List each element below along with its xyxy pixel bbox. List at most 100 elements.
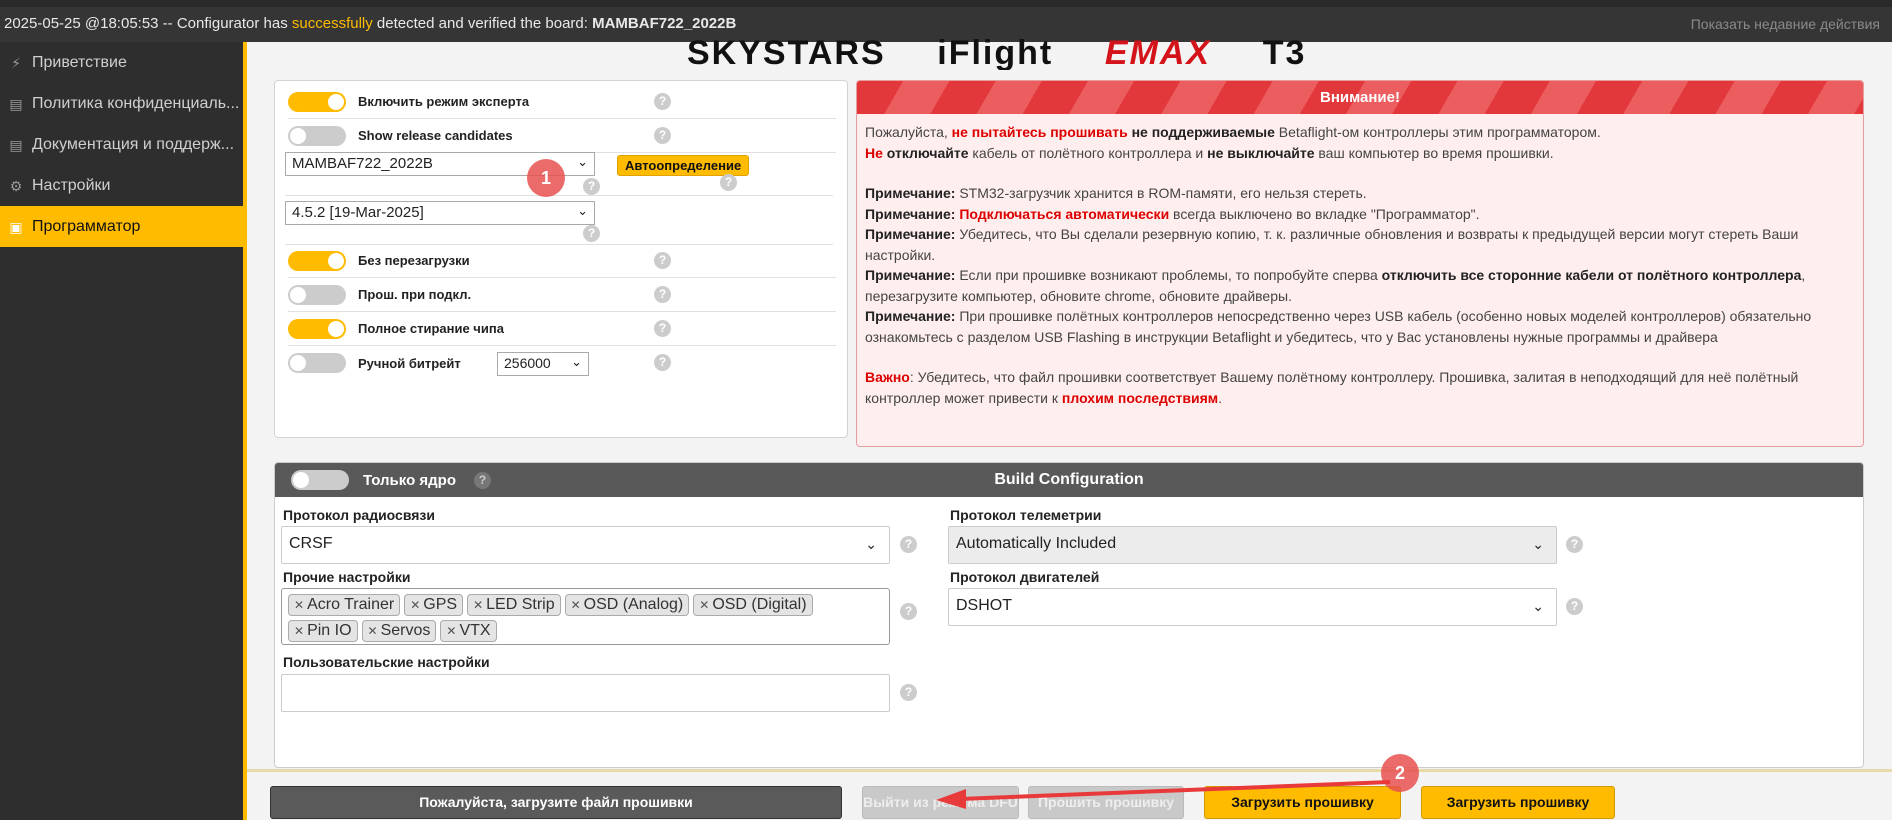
remove-tag-icon[interactable]: ✕	[294, 598, 304, 612]
annotation-badge-2: 2	[1381, 754, 1419, 792]
warning-panel: Внимание! Пожалуйста, не пытайтесь проши…	[856, 80, 1864, 447]
motor-protocol-select[interactable]: DSHOT ⌄	[948, 588, 1557, 626]
help-icon[interactable]: ?	[654, 93, 671, 110]
warning-line: Не отключайте кабель от полётного контро…	[865, 144, 1554, 161]
sponsor-logos: SKYSTARS iFlight EMAX T3	[687, 34, 1687, 70]
option-tag[interactable]: ✕ Servos	[361, 620, 437, 642]
option-tag[interactable]: ✕ Pin IO	[288, 620, 358, 642]
option-tag[interactable]: ✕ VTX	[440, 620, 497, 642]
no-reboot-label: Без перезагрузки	[358, 253, 470, 268]
sidebar-item-docs[interactable]: ▤ Документация и поддерж...	[0, 124, 243, 165]
load-firmware-online-button[interactable]: Загрузить прошивку [Online]	[1204, 786, 1401, 819]
custom-defines-input[interactable]	[281, 674, 890, 712]
full-erase-label: Полное стирание чипа	[358, 321, 504, 336]
chip-icon: ▣	[9, 218, 23, 235]
help-icon[interactable]: ?	[900, 684, 917, 701]
board-select-value: MAMBAF722_2022B	[292, 155, 433, 172]
option-expert-mode: Включить режим эксперта ?	[288, 85, 836, 119]
option-tag[interactable]: ✕ OSD (Digital)	[693, 594, 813, 616]
load-firmware-file-button[interactable]: Пожалуйста, загрузите файл прошивки	[270, 786, 842, 819]
sidebar-item-firmware-flasher[interactable]: ▣ Программатор	[0, 206, 243, 247]
sidebar-item-privacy[interactable]: ▤ Политика конфиденциаль...	[0, 83, 243, 124]
sidebar-item-settings[interactable]: ⚙ Настройки	[0, 165, 243, 206]
no-reboot-toggle[interactable]	[288, 250, 346, 271]
full-erase-toggle[interactable]	[288, 318, 346, 339]
chevron-down-icon: ⌄	[865, 536, 877, 552]
divider	[285, 195, 833, 196]
chevron-down-icon: ⌄	[1532, 598, 1544, 614]
option-full-erase: Полное стирание чипа ?	[288, 312, 836, 346]
help-icon[interactable]: ?	[1566, 536, 1583, 553]
firmware-version-select[interactable]: 4.5.2 [19-Mar-2025] ⌄	[285, 201, 595, 225]
baud-rate-select[interactable]: 256000 ⌄	[497, 352, 589, 376]
telemetry-protocol-value: Automatically Included	[956, 535, 1117, 552]
build-configuration-panel: Только ядро ? Build Configuration Проток…	[274, 462, 1864, 768]
sidebar-item-label: Документация и поддерж...	[32, 135, 235, 153]
autodetect-button[interactable]: Автоопределение	[617, 155, 750, 176]
flash-firmware-button[interactable]: Прошить прошивку	[1028, 786, 1184, 819]
plug-icon: ⚡	[11, 54, 21, 71]
remove-tag-icon[interactable]: ✕	[699, 598, 709, 612]
option-tag[interactable]: ✕ GPS	[404, 594, 464, 616]
logo-skystars: SKYSTARS	[687, 34, 886, 70]
help-icon[interactable]: ?	[900, 536, 917, 553]
remove-tag-icon[interactable]: ✕	[446, 624, 456, 638]
remove-tag-icon[interactable]: ✕	[368, 624, 378, 638]
warning-line: Пожалуйста, не пытайтесь прошивать не по…	[865, 124, 1601, 140]
telemetry-protocol-select[interactable]: Automatically Included ⌄	[948, 526, 1557, 564]
chevron-down-icon: ⌄	[1532, 536, 1544, 552]
firmware-version-value: 4.5.2 [19-Mar-2025]	[292, 204, 424, 221]
logo-emax: EMAX	[1104, 34, 1212, 70]
annotation-badge-1: 1	[527, 159, 565, 197]
remove-tag-icon[interactable]: ✕	[571, 598, 581, 612]
warning-note: Примечание: Убедитесь, что Вы сделали ре…	[865, 226, 1799, 263]
warning-note: Примечание: Подключаться автоматически в…	[865, 205, 1480, 222]
option-tag[interactable]: ✕ Acro Trainer	[288, 594, 401, 616]
help-icon[interactable]: ?	[900, 603, 917, 620]
warning-note: Примечание: STM32-загрузчик хранится в R…	[865, 185, 1367, 201]
help-icon[interactable]: ?	[654, 127, 671, 144]
manual-baud-toggle[interactable]	[288, 353, 346, 373]
help-icon[interactable]: ?	[654, 320, 671, 337]
help-icon[interactable]: ?	[654, 286, 671, 303]
exit-dfu-button[interactable]: Выйти из режима DFU	[862, 786, 1019, 819]
help-icon[interactable]: ?	[654, 354, 671, 371]
option-tag[interactable]: ✕ OSD (Analog)	[564, 594, 690, 616]
status-log-text: 2025-05-25 @18:05:53 -- Configurator has	[4, 15, 292, 32]
remove-tag-icon[interactable]: ✕	[294, 624, 304, 638]
expert-mode-toggle[interactable]	[288, 91, 346, 112]
remove-tag-icon[interactable]: ✕	[473, 598, 483, 612]
expert-mode-label: Включить режим эксперта	[358, 94, 530, 109]
help-icon[interactable]: ?	[583, 225, 600, 242]
release-candidates-toggle[interactable]	[288, 125, 346, 146]
option-no-reboot: Без перезагрузки ?	[288, 244, 836, 278]
sidebar-item-label: Настройки	[32, 176, 111, 194]
flash-on-connect-label: Прош. при подкл.	[358, 287, 472, 302]
help-icon[interactable]: ?	[720, 174, 737, 191]
warning-title: Внимание!	[857, 81, 1863, 114]
sidebar-item-welcome[interactable]: ⚡ Приветствие	[0, 42, 243, 83]
document-icon: ▤	[9, 95, 23, 112]
build-configuration-header: Только ядро ? Build Configuration	[275, 463, 1863, 497]
status-log-text-2: detected and verified the board:	[372, 15, 593, 32]
radio-protocol-select[interactable]: CRSF ⌄	[281, 526, 890, 564]
show-recent-activity-link[interactable]: Показать недавние действия	[1691, 16, 1880, 32]
other-options-multiselect[interactable]: ✕ Acro Trainer ✕ GPS ✕ LED Strip ✕ OSD (Analog)…	[281, 588, 890, 645]
load-firmware-local-button[interactable]: Загрузить прошивку [Local]	[1421, 786, 1615, 819]
warning-note: Примечание: Если при прошивке возникают …	[865, 267, 1806, 304]
warning-note: Примечание: При прошивке полётных контро…	[865, 308, 1812, 345]
manual-baud-label: Ручной битрейт	[358, 355, 461, 371]
status-log-success: successfully	[291, 15, 373, 32]
sidebar: ⚡ Приветствие ▤ Политика конфиденциаль... …	[0, 42, 243, 820]
option-release-candidates: Show release candidates ?	[288, 119, 836, 153]
flash-on-connect-toggle[interactable]	[288, 284, 346, 305]
chevron-down-icon: ⌄	[577, 203, 588, 218]
help-icon[interactable]: ?	[1566, 598, 1583, 615]
remove-tag-icon[interactable]: ✕	[410, 598, 420, 612]
help-icon[interactable]: ?	[654, 252, 671, 269]
book-icon: ▤	[9, 136, 23, 153]
option-tag[interactable]: ✕ LED Strip	[467, 594, 561, 616]
help-icon[interactable]: ?	[583, 178, 600, 195]
warning-body: Пожалуйста, не пытайтесь прошивать не по…	[857, 114, 1863, 416]
chevron-down-icon: ⌄	[571, 354, 582, 369]
